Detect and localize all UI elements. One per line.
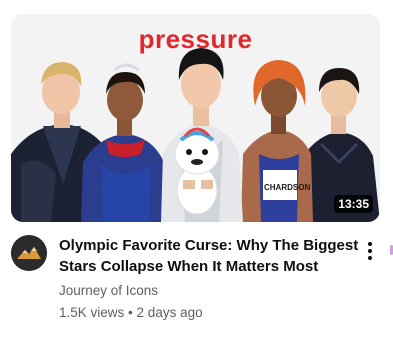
video-card[interactable]: CHARDSON pressure 13:35 Olympic Favorite…	[0, 0, 393, 343]
view-count: 1.5K views	[59, 305, 125, 320]
mountain-logo-icon	[11, 235, 47, 271]
more-vert-icon	[368, 249, 372, 253]
video-title[interactable]: Olympic Favorite Curse: Why The Biggest …	[59, 235, 359, 277]
thumbnail-caption: pressure	[138, 24, 253, 54]
channel-name[interactable]: Journey of Icons	[59, 283, 158, 298]
meta-separator: •	[128, 305, 133, 320]
video-thumbnail[interactable]: CHARDSON pressure 13:35	[11, 14, 380, 222]
channel-avatar[interactable]	[11, 235, 47, 271]
more-vert-icon	[368, 256, 372, 260]
video-metadata: 1.5K views • 2 days ago	[59, 305, 203, 320]
duration-badge: 13:35	[334, 195, 373, 213]
more-vert-icon	[368, 242, 372, 246]
shirt-label: CHARDSON	[264, 183, 310, 192]
more-options-button[interactable]	[362, 240, 378, 262]
upload-age: 2 days ago	[136, 305, 203, 320]
